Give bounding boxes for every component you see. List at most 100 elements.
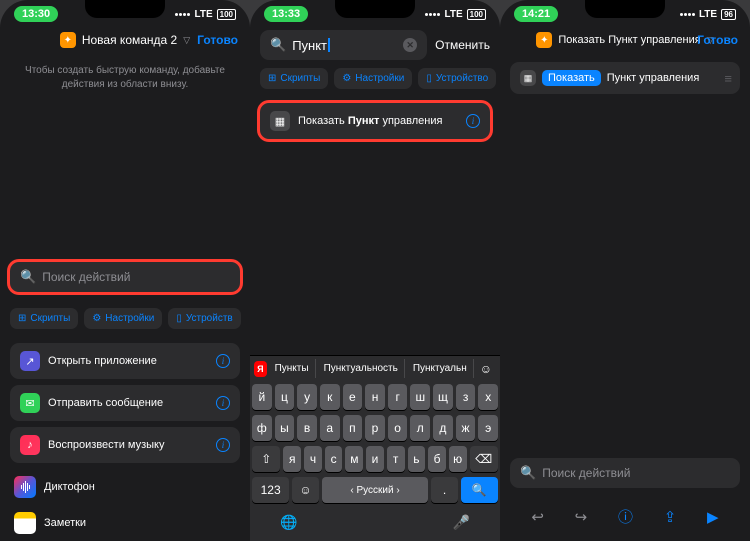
- numbers-key[interactable]: 123: [252, 477, 289, 503]
- clear-icon[interactable]: ✕: [403, 38, 417, 52]
- network-label: LTE: [444, 9, 462, 20]
- scripts-icon: ⊞: [268, 73, 276, 84]
- key-с[interactable]: с: [325, 446, 343, 472]
- key-р[interactable]: р: [365, 415, 385, 441]
- info-icon[interactable]: i: [216, 396, 230, 410]
- done-button[interactable]: Готово: [697, 33, 738, 47]
- info-icon[interactable]: i: [216, 354, 230, 368]
- yandex-icon[interactable]: Я: [254, 361, 267, 377]
- key-л[interactable]: л: [410, 415, 430, 441]
- search-actions-bar[interactable]: 🔍 Поиск действий: [10, 262, 240, 292]
- key-м[interactable]: м: [345, 446, 363, 472]
- key-п[interactable]: п: [343, 415, 363, 441]
- backspace-key[interactable]: ⌫: [470, 446, 498, 472]
- status-time[interactable]: 14:21: [514, 6, 558, 22]
- result-show-control-center[interactable]: ▦ Показать Пункт управления i: [260, 103, 490, 139]
- notes-label: Заметки: [44, 517, 86, 529]
- key-и[interactable]: и: [366, 446, 384, 472]
- key-у[interactable]: у: [297, 384, 317, 410]
- action-send-message[interactable]: ✉ Отправить сообщение i: [10, 385, 240, 421]
- key-э[interactable]: э: [478, 415, 498, 441]
- key-в[interactable]: в: [297, 415, 317, 441]
- suggestion-3[interactable]: Пунктуальн: [407, 359, 474, 378]
- music-icon: ♪: [20, 435, 40, 455]
- key-а[interactable]: а: [320, 415, 340, 441]
- chevron-down-icon[interactable]: ▽: [183, 35, 190, 46]
- step-action-tag[interactable]: Показать: [542, 70, 601, 86]
- keyboard[interactable]: Я Пункты Пунктуальность Пунктуальн ☺ йцу…: [250, 355, 500, 541]
- space-key[interactable]: ‹ Русский ›: [322, 477, 428, 503]
- key-ц[interactable]: ц: [275, 384, 295, 410]
- search-input[interactable]: 🔍 Пункт ✕: [260, 30, 427, 60]
- keyboard-bottom: 🌐 🎤: [250, 508, 500, 541]
- key-ж[interactable]: ж: [456, 415, 476, 441]
- key-х[interactable]: х: [478, 384, 498, 410]
- key-к[interactable]: к: [320, 384, 340, 410]
- suggestion-notes[interactable]: Заметки: [0, 505, 250, 541]
- shortcut-title[interactable]: Новая команда 2: [82, 33, 177, 47]
- key-ю[interactable]: ю: [449, 446, 467, 472]
- info-icon[interactable]: i: [466, 114, 480, 128]
- device-icon: ▯: [426, 73, 432, 84]
- action-open-app-label: Открыть приложение: [48, 355, 208, 367]
- share-icon[interactable]: ⇪: [664, 508, 677, 526]
- info-icon[interactable]: ⓘ: [618, 506, 633, 527]
- emoji-icon[interactable]: ☺: [476, 362, 496, 376]
- done-button[interactable]: Готово: [197, 33, 238, 47]
- key-г[interactable]: г: [388, 384, 408, 410]
- step-rest-label: Пункт управления: [607, 72, 700, 84]
- step-show-control-center[interactable]: ▦ Показать Пункт управления ≡: [510, 62, 740, 94]
- redo-icon[interactable]: ↪: [575, 508, 588, 526]
- search-key[interactable]: 🔍: [461, 477, 498, 503]
- pill-device[interactable]: ▯ Устройств: [168, 308, 240, 329]
- network-label: LTE: [699, 9, 717, 20]
- pill-scripts[interactable]: ⊞Скрипты: [260, 68, 328, 89]
- key-т[interactable]: т: [387, 446, 405, 472]
- control-center-icon: ▦: [270, 111, 290, 131]
- emoji-key[interactable]: ☺: [292, 477, 319, 503]
- device-icon: ▯: [176, 313, 182, 324]
- globe-icon[interactable]: 🌐: [280, 514, 297, 531]
- key-з[interactable]: з: [456, 384, 476, 410]
- shift-key[interactable]: ⇧: [252, 446, 280, 472]
- drag-handle-icon[interactable]: ≡: [724, 71, 730, 86]
- undo-icon[interactable]: ↩: [531, 508, 544, 526]
- key-я[interactable]: я: [283, 446, 301, 472]
- status-time[interactable]: 13:30: [14, 6, 58, 22]
- scripts-icon: ⊞: [18, 313, 26, 324]
- key-о[interactable]: о: [388, 415, 408, 441]
- key-ч[interactable]: ч: [304, 446, 322, 472]
- key-н[interactable]: н: [365, 384, 385, 410]
- action-play-music[interactable]: ♪ Воспроизвести музыку i: [10, 427, 240, 463]
- info-icon[interactable]: i: [216, 438, 230, 452]
- suggestion-2[interactable]: Пунктуальность: [318, 359, 405, 378]
- key-ф[interactable]: ф: [252, 415, 272, 441]
- cancel-button[interactable]: Отменить: [435, 38, 490, 52]
- key-е[interactable]: е: [343, 384, 363, 410]
- search-wrap: 🔍 Поиск действий: [500, 450, 750, 496]
- bottom-toolbar: ↩ ↪ ⓘ ⇪ ▶: [500, 496, 750, 541]
- search-actions-bar[interactable]: 🔍 Поиск действий: [510, 458, 740, 488]
- period-key[interactable]: .: [431, 477, 458, 503]
- pill-device[interactable]: ▯Устройство: [418, 68, 496, 89]
- action-open-app[interactable]: ↗ Открыть приложение i: [10, 343, 240, 379]
- key-д[interactable]: д: [433, 415, 453, 441]
- play-icon[interactable]: ▶: [707, 508, 719, 526]
- key-ш[interactable]: ш: [410, 384, 430, 410]
- status-time[interactable]: 13:33: [264, 6, 308, 22]
- mic-icon[interactable]: 🎤: [453, 514, 470, 531]
- suggestion-1[interactable]: Пункты: [269, 359, 316, 378]
- shortcut-icon: ✦: [60, 32, 76, 48]
- pill-settings[interactable]: ⚙Настройки: [84, 308, 162, 329]
- key-ь[interactable]: ь: [408, 446, 426, 472]
- battery-icon: 96: [721, 9, 736, 20]
- key-б[interactable]: б: [428, 446, 446, 472]
- pill-scripts[interactable]: ⊞Скрипты: [10, 308, 78, 329]
- key-щ[interactable]: щ: [433, 384, 453, 410]
- key-ы[interactable]: ы: [275, 415, 295, 441]
- key-й[interactable]: й: [252, 384, 272, 410]
- pill-device-label: Устройств: [186, 313, 233, 324]
- suggestion-dictaphone[interactable]: Диктофон: [0, 469, 250, 505]
- shortcut-title[interactable]: Показать Пункт управления: [558, 34, 700, 46]
- pill-settings[interactable]: ⚙Настройки: [334, 68, 412, 89]
